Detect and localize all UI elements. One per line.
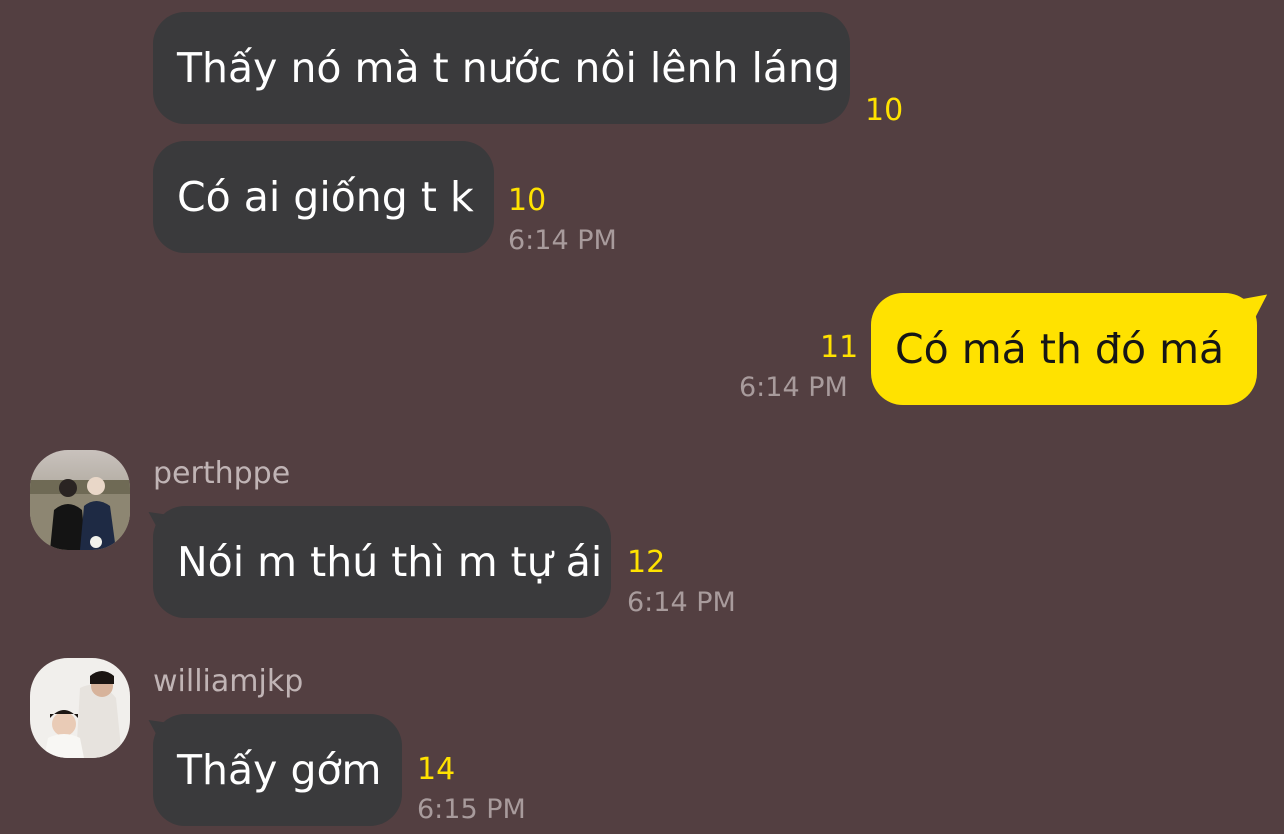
unread-count: 11 xyxy=(820,330,859,365)
message-time: 6:15 PM xyxy=(417,794,526,825)
message-text: Có má th đó má xyxy=(895,325,1225,373)
message-text: Nói m thú thì m tự ái xyxy=(177,538,603,586)
message-time: 6:14 PM xyxy=(627,587,736,618)
sender-name: perthppe xyxy=(153,456,291,491)
message-text: Thấy gớm xyxy=(177,746,382,794)
unread-count: 10 xyxy=(508,183,547,218)
message-bubble-outgoing[interactable]: Có má th đó má xyxy=(871,293,1257,405)
message-time: 6:14 PM xyxy=(739,372,848,403)
avatar[interactable] xyxy=(30,658,130,758)
message-bubble[interactable]: Có ai giống t k xyxy=(153,141,494,253)
sender-name: williamjkp xyxy=(153,664,304,699)
chat-message-list[interactable]: Thấy nó mà t nước nôi lênh láng 10 Có ai… xyxy=(0,0,1284,834)
profile-photo-icon xyxy=(30,450,130,550)
avatar[interactable] xyxy=(30,450,130,550)
message-time: 6:14 PM xyxy=(508,225,617,256)
message-bubble[interactable]: Thấy nó mà t nước nôi lênh láng xyxy=(153,12,850,124)
unread-count: 14 xyxy=(417,752,456,787)
unread-count: 10 xyxy=(865,93,904,128)
message-bubble[interactable]: Nói m thú thì m tự ái xyxy=(153,506,611,618)
message-text: Có ai giống t k xyxy=(177,173,474,221)
message-text: Thấy nó mà t nước nôi lênh láng xyxy=(177,44,841,92)
message-bubble[interactable]: Thấy gớm xyxy=(153,714,402,826)
profile-photo-icon xyxy=(30,658,130,758)
unread-count: 12 xyxy=(627,545,666,580)
